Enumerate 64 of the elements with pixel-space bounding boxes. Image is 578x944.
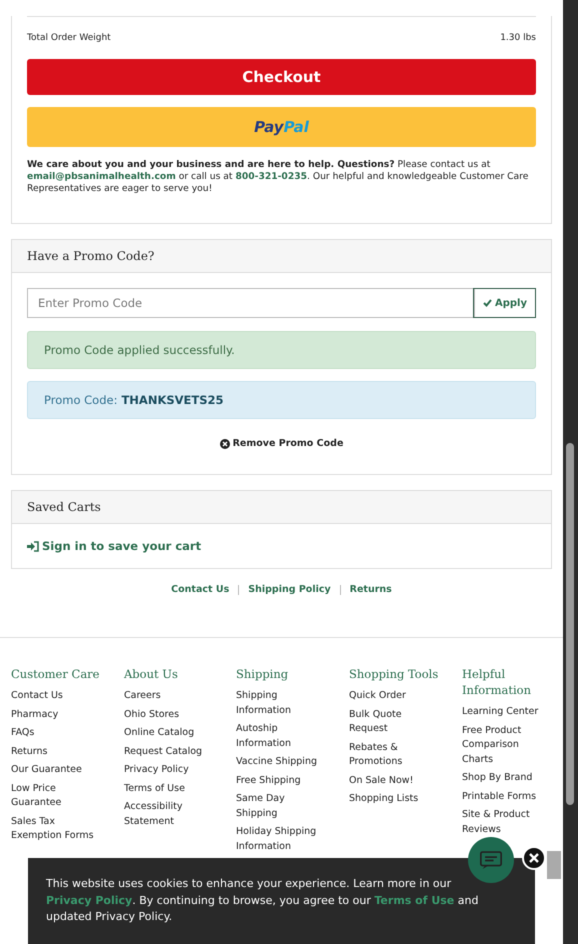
footer-link[interactable]: Contact Us xyxy=(171,584,230,595)
footer-link[interactable]: On Sale Now! xyxy=(349,774,437,788)
terms-link[interactable]: Terms of Use xyxy=(374,894,454,906)
footer-link[interactable]: Shop By Brand xyxy=(462,771,550,786)
privacy-link[interactable]: Privacy Policy xyxy=(46,894,132,906)
footer-heading: Shipping xyxy=(236,666,290,682)
footer-link[interactable]: Sales Tax Exemption Forms xyxy=(11,814,99,844)
checkout-button[interactable]: Checkout xyxy=(27,59,536,95)
footer-link[interactable]: Shopping Lists xyxy=(349,792,437,806)
footer-link[interactable]: Our Guarantee xyxy=(11,763,99,778)
footer-link[interactable]: Free Product Comparison Charts xyxy=(462,724,550,767)
success-message: Promo Code applied successfully. xyxy=(27,331,536,369)
footer-link[interactable]: Terms of Use xyxy=(124,782,212,796)
weight-value: 1.30 lbs xyxy=(500,33,536,43)
sign-in-link[interactable]: Sign in to save your cart xyxy=(27,539,202,553)
footer-heading: Helpful Information xyxy=(462,666,532,698)
close-button[interactable] xyxy=(522,846,546,870)
footer-heading: About Us xyxy=(124,666,179,682)
footer-link[interactable]: Same Day Shipping xyxy=(236,792,324,821)
footer-link[interactable]: Shipping Information xyxy=(236,689,324,718)
footer-link[interactable]: Pharmacy xyxy=(11,708,99,722)
footer-link[interactable]: Learning Center xyxy=(462,705,550,720)
promo-code-info: Promo Code: THANKSVETS25 xyxy=(27,381,536,419)
footer-heading: Shopping Tools xyxy=(349,666,440,682)
footer-link[interactable]: Accessibility Statement xyxy=(124,800,212,829)
footer-link[interactable]: Free Shipping xyxy=(236,774,324,788)
footer-link[interactable]: Holiday Shipping Information xyxy=(236,825,324,854)
footer-link[interactable]: Low Price Guarantee xyxy=(11,782,99,810)
phone-link[interactable]: 800-321-0235 xyxy=(235,171,308,182)
footer-link[interactable]: Bulk Quote Request xyxy=(349,708,437,736)
footer-link[interactable]: Returns xyxy=(11,744,99,759)
footer-link[interactable]: Request Catalog xyxy=(124,744,212,759)
footer-link[interactable]: Quick Order xyxy=(349,689,437,704)
weight-label: Total Order Weight xyxy=(27,33,111,43)
check-icon xyxy=(482,299,492,307)
footer-link[interactable]: Ohio Stores xyxy=(124,708,212,722)
close-icon xyxy=(529,853,539,863)
email-link[interactable]: email@pbsanimalhealth.com xyxy=(27,171,176,182)
footer-link[interactable]: Site & Product Reviews xyxy=(462,808,550,837)
remove-icon xyxy=(220,438,230,448)
footer-link[interactable]: Printable Forms xyxy=(462,790,550,804)
paypal-button[interactable]: PayPal xyxy=(27,107,536,147)
footer-link[interactable]: Returns xyxy=(350,584,392,595)
footer-heading: Customer Care xyxy=(11,666,100,682)
footer-link[interactable]: Contact Us xyxy=(11,689,99,704)
footer-link[interactable]: Shipping Policy xyxy=(248,584,331,595)
remove-promo-link[interactable]: Remove Promo Code xyxy=(220,438,344,449)
footer-link[interactable]: Online Catalog xyxy=(124,726,212,740)
promo-header: Have a Promo Code? xyxy=(12,240,551,273)
footer-link[interactable]: Vaccine Shipping xyxy=(236,755,324,770)
promo-code-field[interactable]: Enter Promo Code Apply xyxy=(27,288,536,318)
chat-button[interactable] xyxy=(468,837,514,883)
sign-in-icon xyxy=(27,540,39,552)
footer-link[interactable]: FAQs xyxy=(11,726,99,740)
scrollbar[interactable] xyxy=(563,0,578,944)
help-text: We care about you and your business and are here to help. Questions? Please contact us at email@pbsanimalhealth.com or call us at 800-321-0235. Our helpful and knowledgeable Customer Care Representatives are eager to serve you! xyxy=(27,159,530,195)
cookie-text: This website uses cookies to enhance your experience. Learn more in our Privacy Policy. By continuing to browse, you agree to our Terms of Use and updated Privacy Policy. xyxy=(46,877,478,923)
footer-link[interactable]: Careers xyxy=(124,689,212,704)
apply-button[interactable]: Apply xyxy=(474,289,535,317)
footer-link[interactable]: Privacy Policy xyxy=(124,763,212,778)
chat-icon xyxy=(480,850,502,870)
footer-link[interactable]: Autoship Information xyxy=(236,722,324,751)
footer-link[interactable]: Rebates & Promotions xyxy=(349,740,437,770)
saved-carts-header: Saved Carts xyxy=(12,491,551,524)
